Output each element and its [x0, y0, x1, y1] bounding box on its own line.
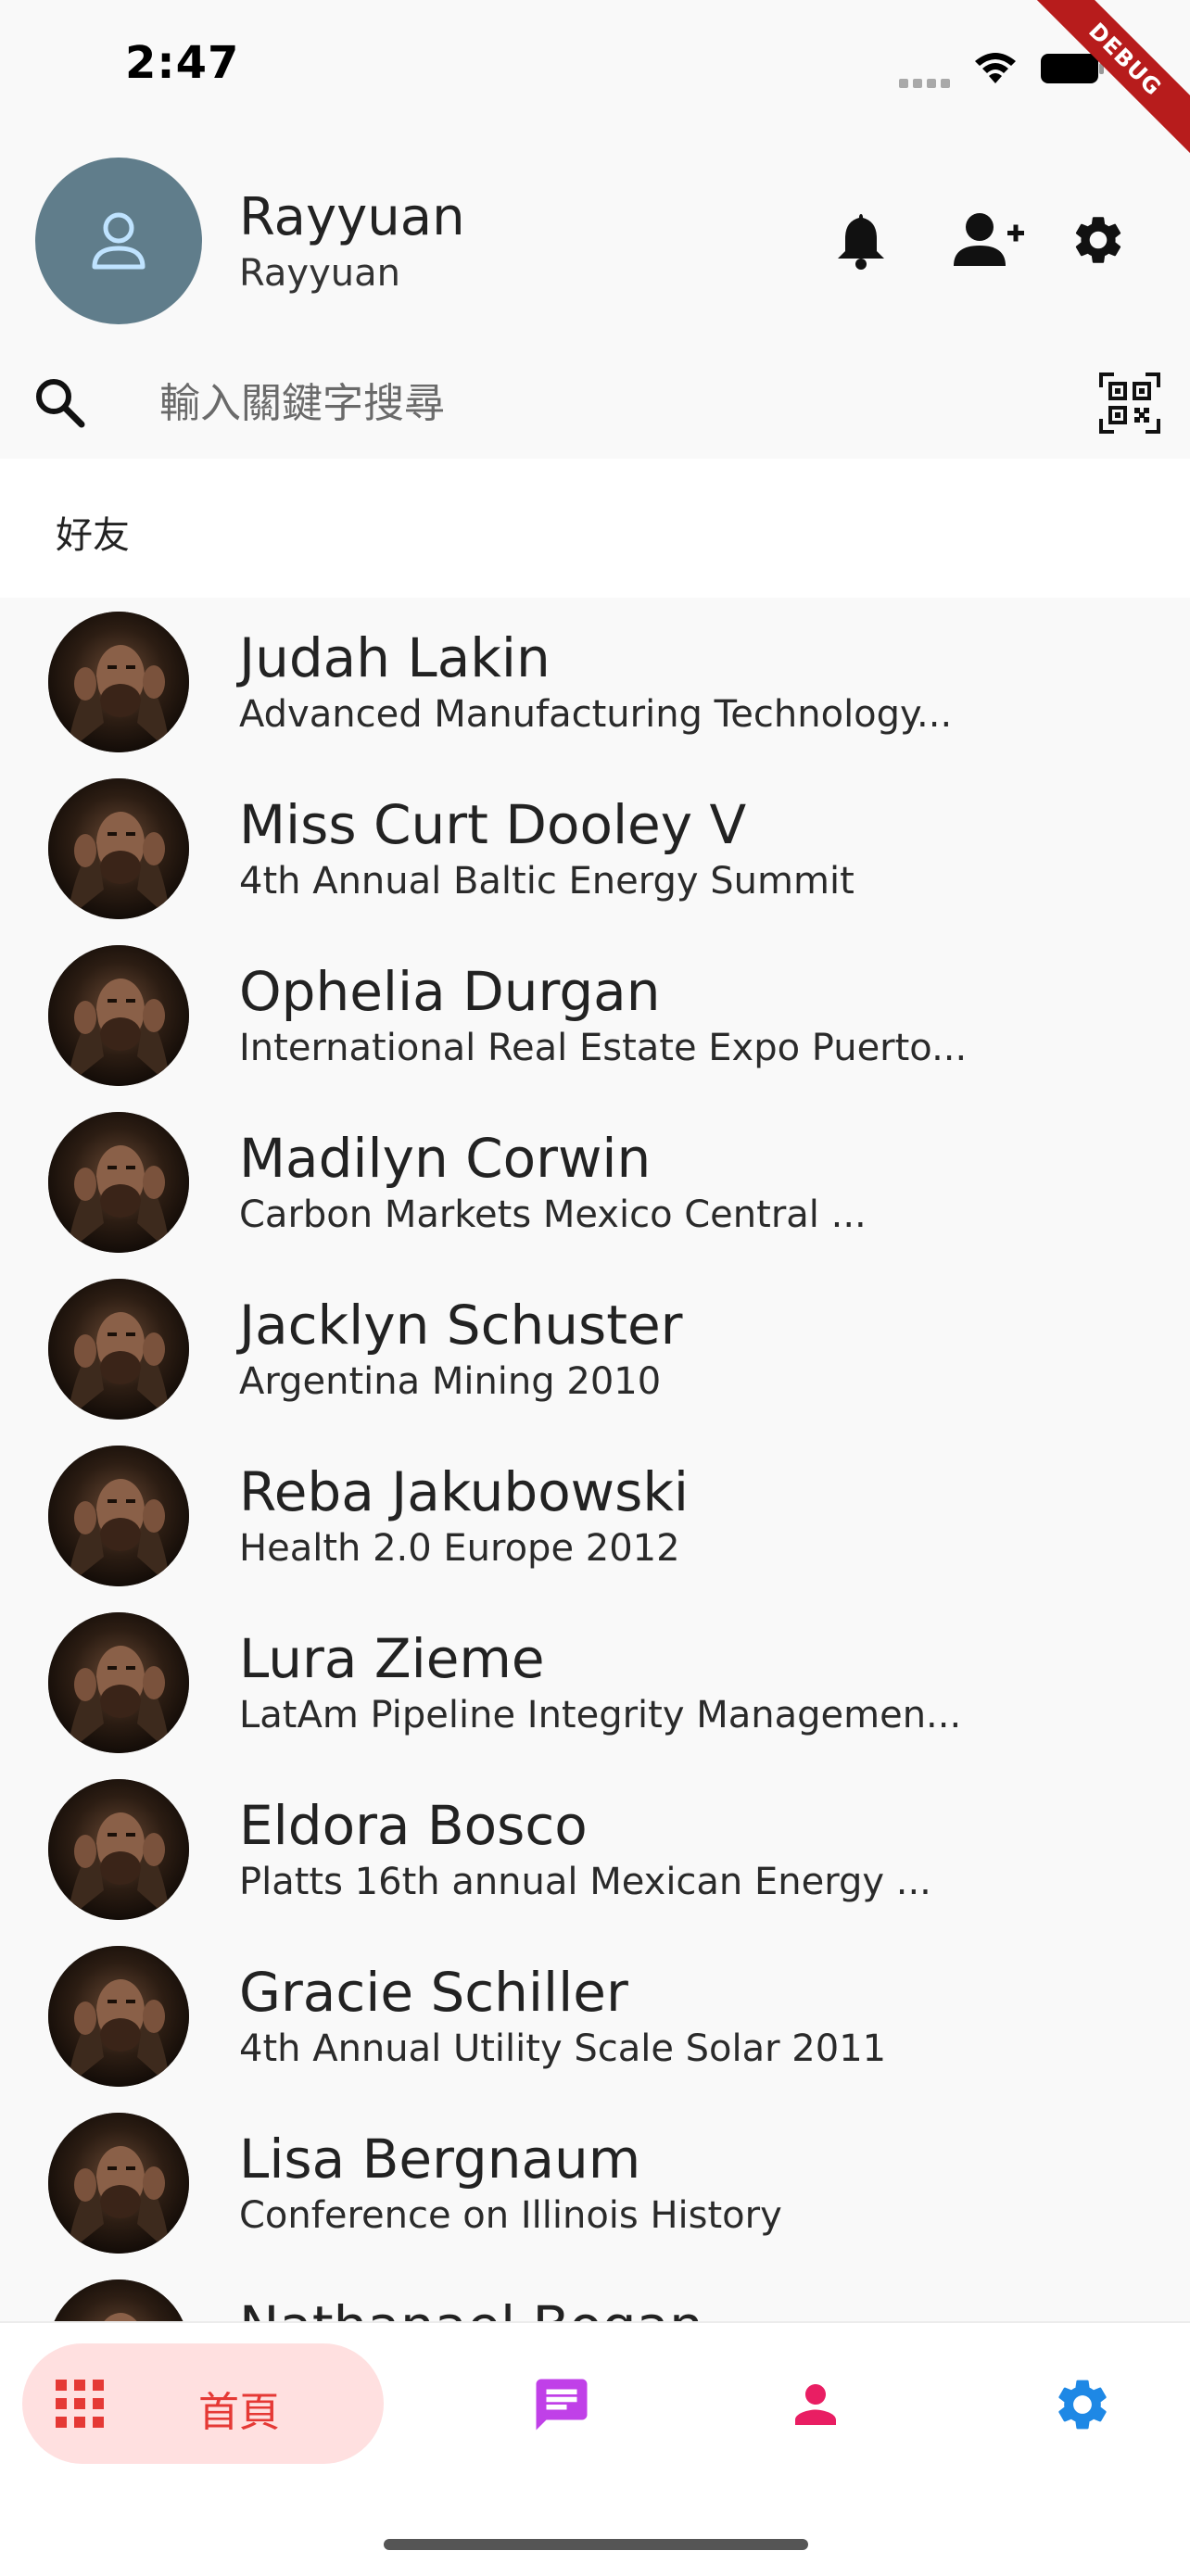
- friend-avatar-photo: [48, 1779, 189, 1920]
- bottom-navigation: 首頁: [0, 2321, 1190, 2576]
- friend-list-item[interactable]: Jacklyn Schuster Argentina Mining 2010: [0, 1269, 1190, 1436]
- friend-name: Madilyn Corwin: [239, 1127, 652, 1190]
- person-outline-icon: [92, 212, 146, 270]
- friend-avatar-photo: [48, 1446, 189, 1586]
- friend-avatar-photo: [48, 1946, 189, 2087]
- nav-home-label: 首頁: [198, 2389, 280, 2436]
- friend-list-item[interactable]: Gracie Schiller 4th Annual Utility Scale…: [0, 1937, 1190, 2103]
- friend-list-item[interactable]: Lura Zieme LatAm Pipeline Integrity Mana…: [0, 1603, 1190, 1770]
- friend-avatar: [48, 1279, 189, 1420]
- friend-subtitle: Advanced Manufacturing Technology...: [239, 693, 953, 736]
- status-time: 2:47: [125, 37, 240, 89]
- friend-name: Jacklyn Schuster: [239, 1294, 683, 1357]
- friend-name: Lura Zieme: [239, 1627, 545, 1690]
- friend-avatar: [48, 945, 189, 1086]
- friend-avatar-photo: [48, 612, 189, 752]
- friend-avatar: [48, 1779, 189, 1920]
- friend-avatar: [48, 1946, 189, 2087]
- friend-subtitle: Carbon Markets Mexico Central ...: [239, 1193, 867, 1236]
- friend-name: Lisa Bergnaum: [239, 2128, 641, 2191]
- friend-avatar-photo: [48, 1279, 189, 1420]
- friend-name: Reba Jakubowski: [239, 1460, 690, 1523]
- friend-avatar: [48, 612, 189, 752]
- bell-icon: [838, 214, 884, 270]
- friend-name: Gracie Schiller: [239, 1961, 628, 2024]
- friend-name: Judah Lakin: [239, 626, 551, 689]
- friend-name: Nathanael Bogan: [239, 2294, 703, 2321]
- home-indicator: [384, 2539, 808, 2550]
- friend-list-item[interactable]: Judah Lakin Advanced Manufacturing Techn…: [0, 602, 1190, 769]
- settings-icon: [1075, 217, 1121, 263]
- friend-avatar-photo: [48, 945, 189, 1086]
- friend-subtitle: Platts 16th annual Mexican Energy ...: [239, 1861, 931, 1903]
- apps-grid-icon: [56, 2380, 104, 2428]
- settings-icon: [1058, 2380, 1107, 2430]
- friend-list-item[interactable]: Miss Curt Dooley V 4th Annual Baltic Ene…: [0, 769, 1190, 936]
- friend-list-item[interactable]: Lisa Bergnaum Conference on Illinois His…: [0, 2103, 1190, 2270]
- friend-list-item[interactable]: Nathanael Bogan: [0, 2270, 1190, 2321]
- friend-avatar-photo: [48, 778, 189, 919]
- friend-subtitle: Conference on Illinois History: [239, 2194, 782, 2237]
- friend-avatar: [48, 778, 189, 919]
- profile-subtitle: Rayyuan: [239, 252, 400, 295]
- nav-chat-tab[interactable]: [526, 2369, 597, 2440]
- search-input[interactable]: [158, 369, 995, 437]
- qr-code-scan-icon[interactable]: [1099, 373, 1160, 434]
- friend-avatar-photo: [48, 1612, 189, 1753]
- chat-icon: [536, 2379, 588, 2431]
- settings-button[interactable]: [1064, 206, 1133, 274]
- friend-name: Ophelia Durgan: [239, 960, 661, 1023]
- friend-list-item[interactable]: Reba Jakubowski Health 2.0 Europe 2012: [0, 1436, 1190, 1603]
- friend-avatar-photo: [48, 1112, 189, 1253]
- friend-name: Miss Curt Dooley V: [239, 793, 747, 856]
- friend-name: Eldora Bosco: [239, 1794, 588, 1857]
- friend-avatar: [48, 2279, 189, 2321]
- friend-avatar-photo: [48, 2113, 189, 2254]
- friend-avatar: [48, 1446, 189, 1586]
- friend-subtitle: 4th Annual Baltic Energy Summit: [239, 860, 855, 903]
- friend-avatar-photo: [48, 2279, 189, 2321]
- friend-avatar: [48, 2113, 189, 2254]
- nav-settings-tab[interactable]: [1047, 2369, 1118, 2440]
- person-icon: [795, 2384, 836, 2425]
- friends-section-header: 好友: [0, 459, 1190, 598]
- friend-subtitle: Argentina Mining 2010: [239, 1360, 662, 1403]
- nav-home-tab[interactable]: 首頁: [22, 2343, 384, 2464]
- nav-profile-tab[interactable]: [780, 2369, 851, 2440]
- friend-list-item[interactable]: Madilyn Corwin Carbon Markets Mexico Cen…: [0, 1103, 1190, 1269]
- search-bar: [0, 352, 1190, 459]
- add-person-icon: [954, 213, 1024, 266]
- friend-list-item[interactable]: Eldora Bosco Platts 16th annual Mexican …: [0, 1770, 1190, 1937]
- status-bar: 2:47: [0, 0, 1190, 130]
- notifications-button[interactable]: [827, 206, 895, 274]
- add-friend-button[interactable]: [949, 206, 1029, 274]
- wifi-icon: [975, 53, 1016, 83]
- search-icon: [36, 379, 85, 428]
- cellular-signal-icon: [899, 74, 955, 92]
- friend-list[interactable]: Judah Lakin Advanced Manufacturing Techn…: [0, 602, 1190, 2321]
- friend-subtitle: International Real Estate Expo Puerto...: [239, 1027, 968, 1069]
- friend-list-item[interactable]: Ophelia Durgan International Real Estate…: [0, 936, 1190, 1103]
- friend-subtitle: 4th Annual Utility Scale Solar 2011: [239, 2027, 887, 2070]
- friend-subtitle: LatAm Pipeline Integrity Managemen...: [239, 1694, 962, 1736]
- friend-avatar: [48, 1112, 189, 1253]
- profile-header: Rayyuan Rayyuan: [0, 148, 1190, 334]
- friend-subtitle: Health 2.0 Europe 2012: [239, 1527, 680, 1570]
- section-title: 好友: [56, 514, 130, 557]
- profile-name: Rayyuan: [239, 187, 465, 247]
- friend-avatar: [48, 1612, 189, 1753]
- profile-avatar[interactable]: [35, 158, 202, 324]
